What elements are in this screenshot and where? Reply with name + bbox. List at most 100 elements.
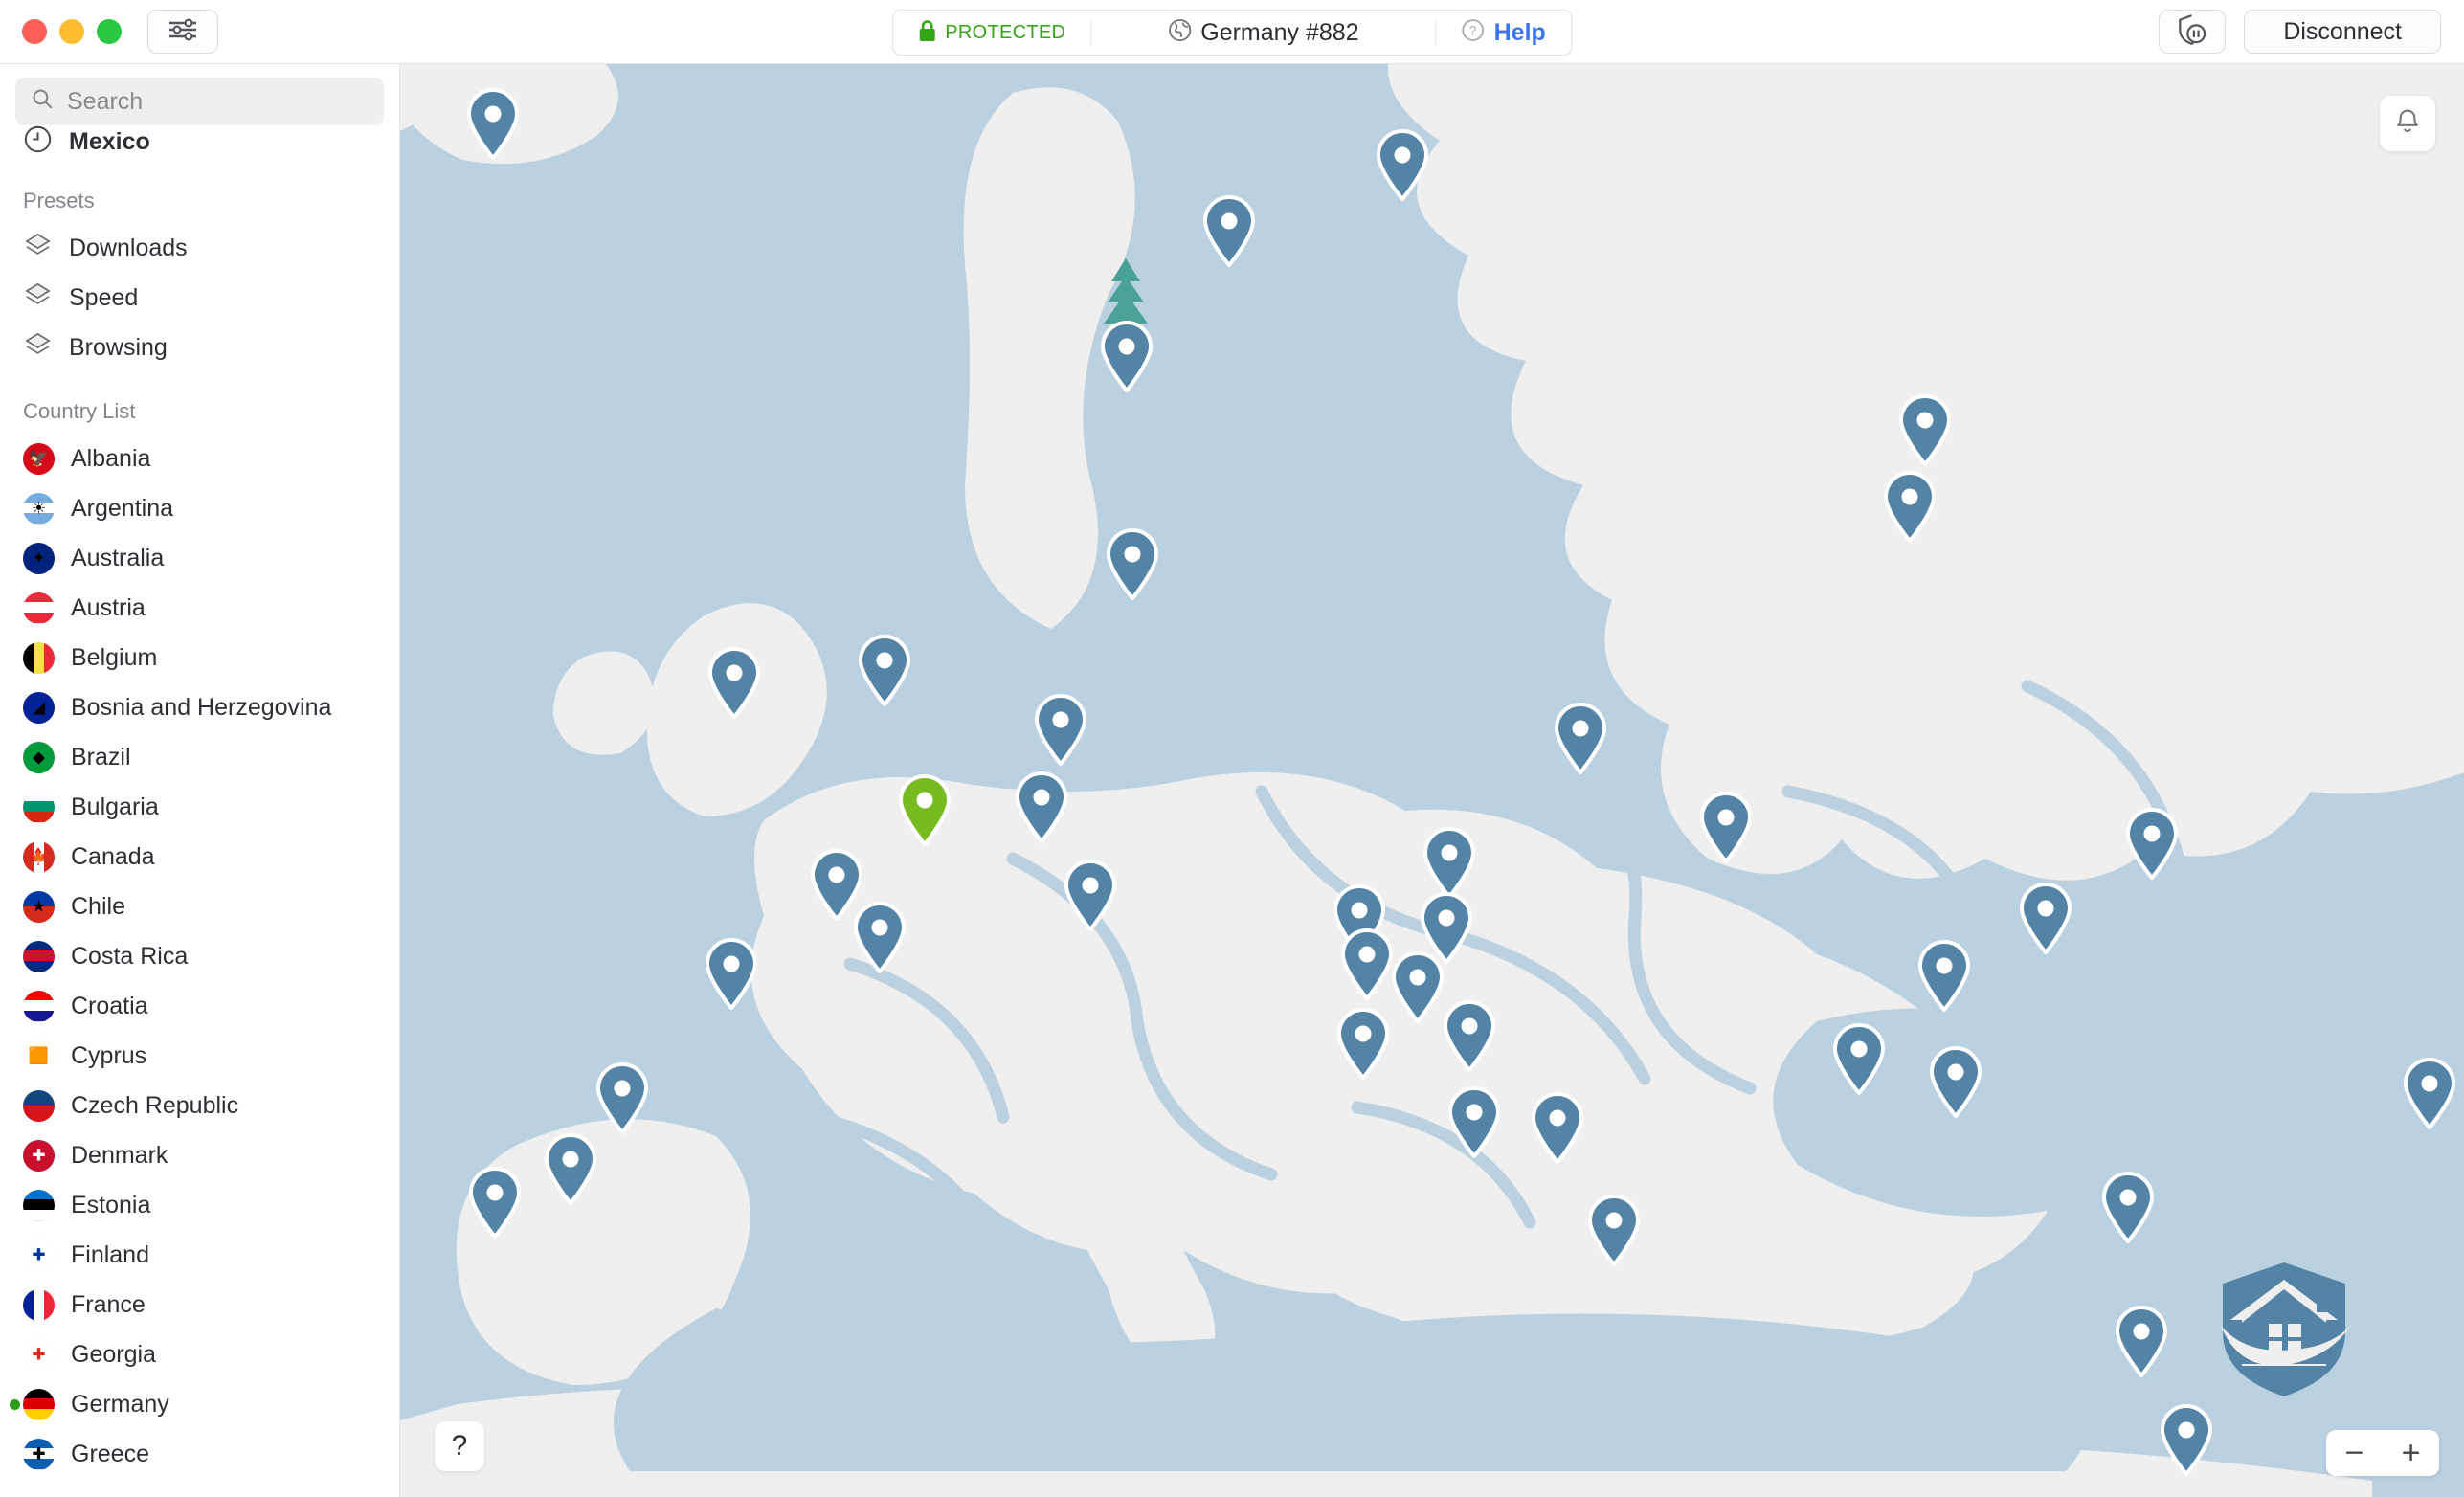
flag-icon: ★ (23, 890, 55, 923)
notifications-button[interactable] (2380, 96, 2435, 151)
country-label: Croatia (71, 992, 148, 1019)
map-pin-active[interactable] (897, 773, 952, 846)
sliders-icon (165, 15, 201, 49)
country-list: 🦅 Albania ☀ Argentina ✦ Australia Austria Belgi… (0, 434, 399, 1479)
flag-icon: 🟧 (23, 1039, 55, 1072)
map-pin[interactable] (2402, 1057, 2457, 1129)
country-item-bosnia-and-herzegovina[interactable]: ◢ Bosnia and Herzegovina (0, 682, 399, 732)
map-pin[interactable] (2124, 807, 2180, 880)
search-input[interactable]: Search (15, 78, 384, 125)
close-button[interactable] (22, 19, 47, 44)
country-item-brazil[interactable]: ◆ Brazil (0, 732, 399, 782)
map-pin[interactable] (1033, 693, 1088, 766)
map-pin[interactable] (1928, 1045, 1983, 1118)
country-label: Austria (71, 593, 146, 621)
map-pin[interactable] (1446, 1085, 1502, 1158)
country-label: Bulgaria (71, 793, 159, 820)
map-pin[interactable] (1422, 826, 1477, 899)
map-pin[interactable] (465, 87, 521, 160)
home-network-marker[interactable] (2211, 1251, 2357, 1401)
map-pin[interactable] (1553, 702, 1608, 774)
pause-vpn-button[interactable] (2159, 10, 2227, 54)
country-item-costa-rica[interactable]: Costa Rica (0, 931, 399, 981)
country-label: Czech Republic (71, 1091, 239, 1119)
map-pin[interactable] (706, 646, 762, 719)
flag-icon (23, 1089, 55, 1122)
zoom-button[interactable] (97, 19, 122, 44)
map-pin[interactable] (594, 1061, 650, 1134)
map-pin[interactable] (1339, 927, 1395, 1000)
map-pin[interactable] (1882, 470, 1938, 543)
map-help-button[interactable]: ? (435, 1421, 484, 1471)
map-pin[interactable] (1335, 1007, 1391, 1080)
preset-item-speed[interactable]: Speed (0, 273, 399, 323)
map-pin[interactable] (467, 1166, 523, 1239)
country-item-czech-republic[interactable]: Czech Republic (0, 1081, 399, 1130)
recent-connection-mexico[interactable]: Mexico (0, 122, 399, 162)
country-item-germany[interactable]: Germany (0, 1379, 399, 1429)
question-circle-icon: ? (1462, 18, 1486, 47)
country-item-georgia[interactable]: ✚ Georgia (0, 1329, 399, 1379)
map-pin[interactable] (2100, 1171, 2156, 1243)
current-server[interactable]: Germany #882 (1091, 11, 1435, 55)
country-item-croatia[interactable]: Croatia (0, 981, 399, 1031)
country-item-australia[interactable]: ✦ Australia (0, 533, 399, 583)
map-pin[interactable] (1530, 1091, 1585, 1164)
map-pin[interactable] (1698, 791, 1754, 863)
map-pin[interactable] (1897, 393, 1953, 466)
zoom-out-button[interactable]: − (2326, 1430, 2383, 1476)
map-pin[interactable] (852, 901, 907, 973)
disconnect-button[interactable]: Disconnect (2244, 10, 2441, 54)
svg-text:?: ? (1469, 24, 1477, 38)
flag-icon: ✚ (23, 1438, 55, 1470)
country-item-bulgaria[interactable]: Bulgaria (0, 782, 399, 832)
zoom-in-button[interactable]: + (2383, 1430, 2439, 1476)
flag-icon: 🍁 (23, 840, 55, 873)
country-item-estonia[interactable]: Estonia (0, 1180, 399, 1230)
country-item-greece[interactable]: ✚ Greece (0, 1429, 399, 1479)
flag-icon (23, 1288, 55, 1321)
preset-item-browsing[interactable]: Browsing (0, 323, 399, 372)
map-pin[interactable] (1442, 999, 1497, 1072)
minimize-button[interactable] (59, 19, 84, 44)
map-pin[interactable] (2018, 882, 2073, 954)
country-item-belgium[interactable]: Belgium (0, 633, 399, 682)
search-placeholder: Search (67, 87, 144, 115)
map-pin[interactable] (1375, 128, 1430, 201)
country-item-finland[interactable]: ✚ Finland (0, 1230, 399, 1280)
preset-item-downloads[interactable]: Downloads (0, 223, 399, 273)
protected-label: PROTECTED (945, 21, 1066, 43)
search-icon (31, 87, 55, 116)
map-pin[interactable] (1099, 320, 1154, 392)
window-controls (22, 19, 122, 44)
map-pin[interactable] (1586, 1194, 1642, 1266)
settings-button[interactable] (147, 10, 218, 54)
map-pin[interactable] (1916, 939, 1972, 1012)
map-pin[interactable] (543, 1132, 598, 1205)
map-pin[interactable] (857, 634, 912, 706)
country-item-canada[interactable]: 🍁 Canada (0, 832, 399, 882)
country-label: Denmark (71, 1141, 168, 1169)
shield-pause-icon (2175, 12, 2209, 52)
connected-indicator (10, 1398, 20, 1410)
flag-icon: ◢ (23, 691, 55, 724)
map-pin[interactable] (1831, 1022, 1887, 1095)
country-item-france[interactable]: France (0, 1280, 399, 1329)
map-pin[interactable] (1201, 194, 1257, 267)
country-item-cyprus[interactable]: 🟧 Cyprus (0, 1031, 399, 1081)
map-pin[interactable] (1390, 950, 1445, 1023)
country-item-denmark[interactable]: ✚ Denmark (0, 1130, 399, 1180)
map-pin[interactable] (2159, 1403, 2214, 1476)
country-item-albania[interactable]: 🦅 Albania (0, 434, 399, 483)
help-link[interactable]: ? Help (1437, 11, 1571, 55)
map-pin[interactable] (1105, 527, 1160, 600)
map-pin[interactable] (704, 937, 759, 1010)
map-pin[interactable] (1063, 859, 1118, 931)
country-item-chile[interactable]: ★ Chile (0, 882, 399, 931)
map-pin[interactable] (2114, 1305, 2169, 1377)
country-item-argentina[interactable]: ☀ Argentina (0, 483, 399, 533)
country-item-austria[interactable]: Austria (0, 583, 399, 633)
map-canvas[interactable]: ? − + (400, 64, 2464, 1497)
map-pin[interactable] (1014, 771, 1069, 843)
layers-icon (23, 231, 53, 265)
